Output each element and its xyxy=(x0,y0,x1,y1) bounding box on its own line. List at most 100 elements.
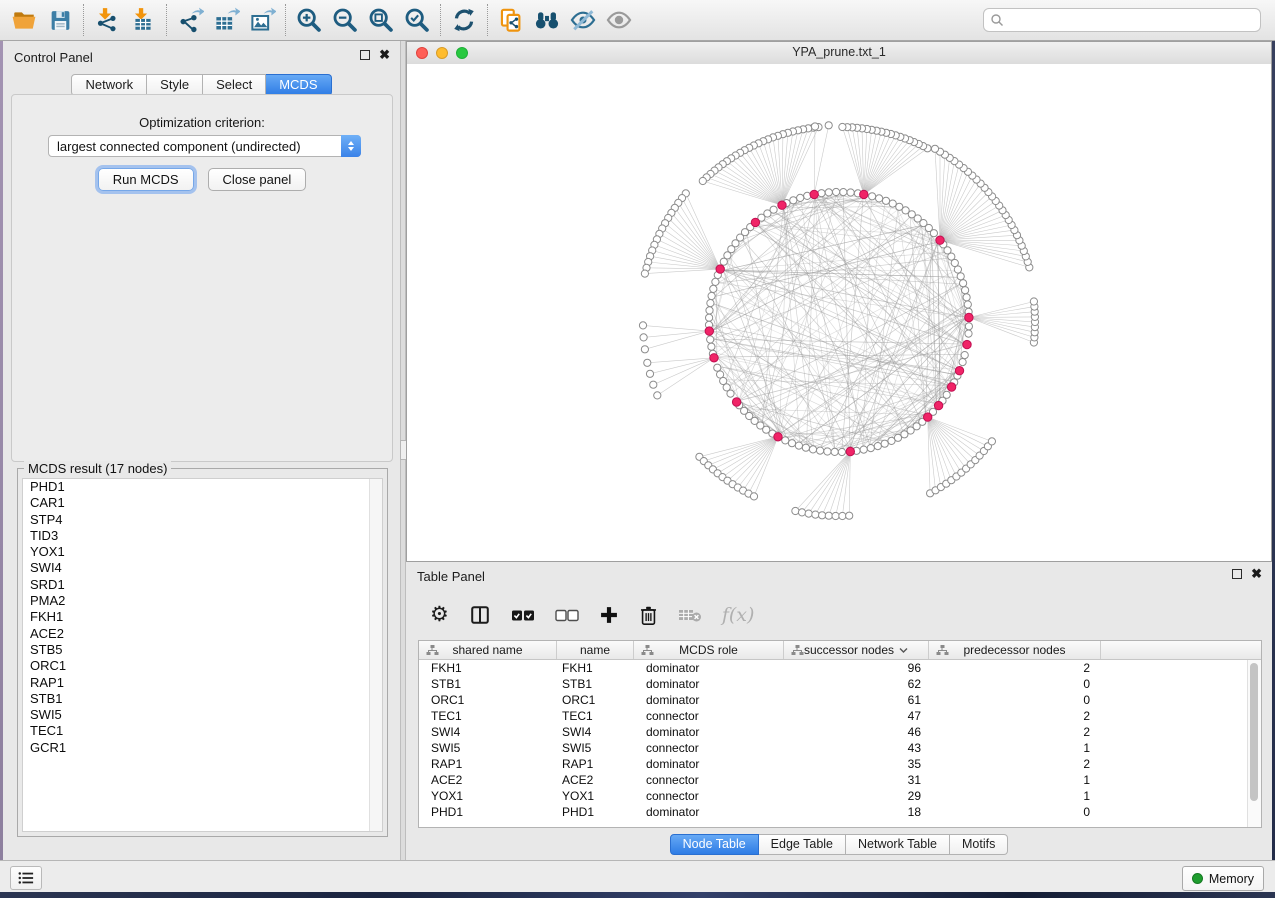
table-row[interactable]: YOX1YOX1connector291 xyxy=(419,788,1261,804)
table-cell-mcds-role[interactable]: dominator xyxy=(634,661,784,675)
mcds-result-item[interactable]: PMA2 xyxy=(23,593,382,609)
tab-network-table[interactable]: Network Table xyxy=(846,834,950,855)
table-cell-name[interactable]: SWI5 xyxy=(557,741,634,755)
table-cell-mcds-role[interactable]: connector xyxy=(634,773,784,787)
mcds-result-scrollbar[interactable] xyxy=(369,479,382,831)
mcds-result-item[interactable]: CAR1 xyxy=(23,495,382,511)
mcds-result-item[interactable]: ORC1 xyxy=(23,658,382,674)
column-layout-icon[interactable] xyxy=(469,604,491,626)
float-window-icon[interactable] xyxy=(360,50,370,60)
mcds-result-item[interactable]: SWI4 xyxy=(23,560,382,576)
table-cell-successor-nodes[interactable]: 29 xyxy=(784,789,929,803)
table-cell-successor-nodes[interactable]: 62 xyxy=(784,677,929,691)
table-row[interactable]: ORC1ORC1dominator610 xyxy=(419,692,1261,708)
export-network-button[interactable] xyxy=(172,3,208,37)
delete-table-icon[interactable] xyxy=(678,608,702,623)
add-column-icon[interactable] xyxy=(599,605,619,625)
table-cell-predecessor-nodes[interactable]: 0 xyxy=(929,693,1101,707)
node-table[interactable]: shared name name MCDS role successor nod… xyxy=(418,640,1262,828)
hide-selected-button[interactable] xyxy=(565,3,601,37)
table-cell-successor-nodes[interactable]: 43 xyxy=(784,741,929,755)
table-cell-successor-nodes[interactable]: 46 xyxy=(784,725,929,739)
table-cell-successor-nodes[interactable]: 47 xyxy=(784,709,929,723)
mcds-result-item[interactable]: STB5 xyxy=(23,642,382,658)
mcds-result-item[interactable]: RAP1 xyxy=(23,675,382,691)
network-graph[interactable] xyxy=(407,64,1271,561)
table-cell-predecessor-nodes[interactable]: 2 xyxy=(929,709,1101,723)
table-cell-shared-name[interactable]: YOX1 xyxy=(419,789,557,803)
search-field[interactable] xyxy=(983,8,1261,32)
mcds-result-item[interactable]: TEC1 xyxy=(23,723,382,739)
new-network-from-selection-button[interactable] xyxy=(493,3,529,37)
mcds-result-item[interactable]: ACE2 xyxy=(23,626,382,642)
table-cell-name[interactable]: FKH1 xyxy=(557,661,634,675)
table-cell-shared-name[interactable]: SWI4 xyxy=(419,725,557,739)
table-cell-mcds-role[interactable]: dominator xyxy=(634,757,784,771)
mcds-result-item[interactable]: YOX1 xyxy=(23,544,382,560)
table-cell-predecessor-nodes[interactable]: 0 xyxy=(929,805,1101,819)
zoom-out-button[interactable] xyxy=(327,3,363,37)
table-row[interactable]: ACE2ACE2connector311 xyxy=(419,772,1261,788)
table-cell-name[interactable]: SWI4 xyxy=(557,725,634,739)
table-cell-shared-name[interactable]: SWI5 xyxy=(419,741,557,755)
table-cell-successor-nodes[interactable]: 18 xyxy=(784,805,929,819)
mcds-result-item[interactable]: STP4 xyxy=(23,512,382,528)
export-image-button[interactable] xyxy=(244,3,280,37)
memory-button[interactable]: Memory xyxy=(1182,866,1264,891)
table-cell-shared-name[interactable]: RAP1 xyxy=(419,757,557,771)
zoom-in-button[interactable] xyxy=(291,3,327,37)
tab-motifs[interactable]: Motifs xyxy=(950,834,1008,855)
table-cell-shared-name[interactable]: TEC1 xyxy=(419,709,557,723)
table-row[interactable]: PHD1PHD1dominator180 xyxy=(419,804,1261,820)
search-input[interactable] xyxy=(1004,10,1260,30)
select-all-columns-icon[interactable] xyxy=(511,609,535,622)
table-cell-shared-name[interactable]: ACE2 xyxy=(419,773,557,787)
table-cell-name[interactable]: STB1 xyxy=(557,677,634,691)
optimization-criterion-select[interactable]: largest connected component (undirected) xyxy=(48,135,361,157)
first-neighbors-button[interactable] xyxy=(529,3,565,37)
table-cell-mcds-role[interactable]: dominator xyxy=(634,805,784,819)
table-cell-mcds-role[interactable]: dominator xyxy=(634,677,784,691)
run-mcds-button[interactable]: Run MCDS xyxy=(98,168,194,191)
column-header-mcds-role[interactable]: MCDS role xyxy=(634,641,784,659)
mcds-result-item[interactable]: SWI5 xyxy=(23,707,382,723)
table-cell-name[interactable]: ACE2 xyxy=(557,773,634,787)
open-file-button[interactable] xyxy=(6,3,42,37)
table-cell-mcds-role[interactable]: dominator xyxy=(634,693,784,707)
table-cell-predecessor-nodes[interactable]: 1 xyxy=(929,773,1101,787)
table-row[interactable]: TEC1TEC1connector472 xyxy=(419,708,1261,724)
column-header-shared-name[interactable]: shared name xyxy=(419,641,557,659)
network-canvas[interactable] xyxy=(407,64,1271,561)
table-cell-successor-nodes[interactable]: 35 xyxy=(784,757,929,771)
column-header-predecessor-nodes[interactable]: predecessor nodes xyxy=(929,641,1101,659)
import-network-button[interactable] xyxy=(89,3,125,37)
tab-node-table[interactable]: Node Table xyxy=(670,834,759,855)
table-cell-name[interactable]: ORC1 xyxy=(557,693,634,707)
table-cell-mcds-role[interactable]: dominator xyxy=(634,725,784,739)
task-history-button[interactable] xyxy=(10,866,42,890)
table-options-gear-icon[interactable]: ⚙ xyxy=(430,605,449,625)
table-cell-name[interactable]: RAP1 xyxy=(557,757,634,771)
table-row[interactable]: SWI4SWI4dominator462 xyxy=(419,724,1261,740)
sort-chevron-icon[interactable] xyxy=(899,647,908,653)
table-cell-predecessor-nodes[interactable]: 1 xyxy=(929,741,1101,755)
table-row[interactable]: SWI5SWI5connector431 xyxy=(419,740,1261,756)
tab-select[interactable]: Select xyxy=(203,74,266,96)
table-row[interactable]: RAP1RAP1dominator352 xyxy=(419,756,1261,772)
mcds-result-item[interactable]: TID3 xyxy=(23,528,382,544)
refresh-layout-button[interactable] xyxy=(446,3,482,37)
mcds-result-item[interactable]: SRD1 xyxy=(23,577,382,593)
close-panel-button[interactable]: Close panel xyxy=(208,168,307,191)
table-scrollbar-thumb[interactable] xyxy=(1250,663,1258,801)
export-table-button[interactable] xyxy=(208,3,244,37)
table-cell-shared-name[interactable]: PHD1 xyxy=(419,805,557,819)
function-builder-icon[interactable]: f(x) xyxy=(722,604,755,626)
table-cell-shared-name[interactable]: STB1 xyxy=(419,677,557,691)
mcds-result-item[interactable]: PHD1 xyxy=(23,479,382,495)
network-window-titlebar[interactable]: YPA_prune.txt_1 xyxy=(407,42,1271,65)
table-cell-predecessor-nodes[interactable]: 0 xyxy=(929,677,1101,691)
save-session-button[interactable] xyxy=(42,3,78,37)
show-all-button[interactable] xyxy=(601,3,637,37)
table-cell-predecessor-nodes[interactable]: 1 xyxy=(929,789,1101,803)
table-cell-mcds-role[interactable]: connector xyxy=(634,789,784,803)
